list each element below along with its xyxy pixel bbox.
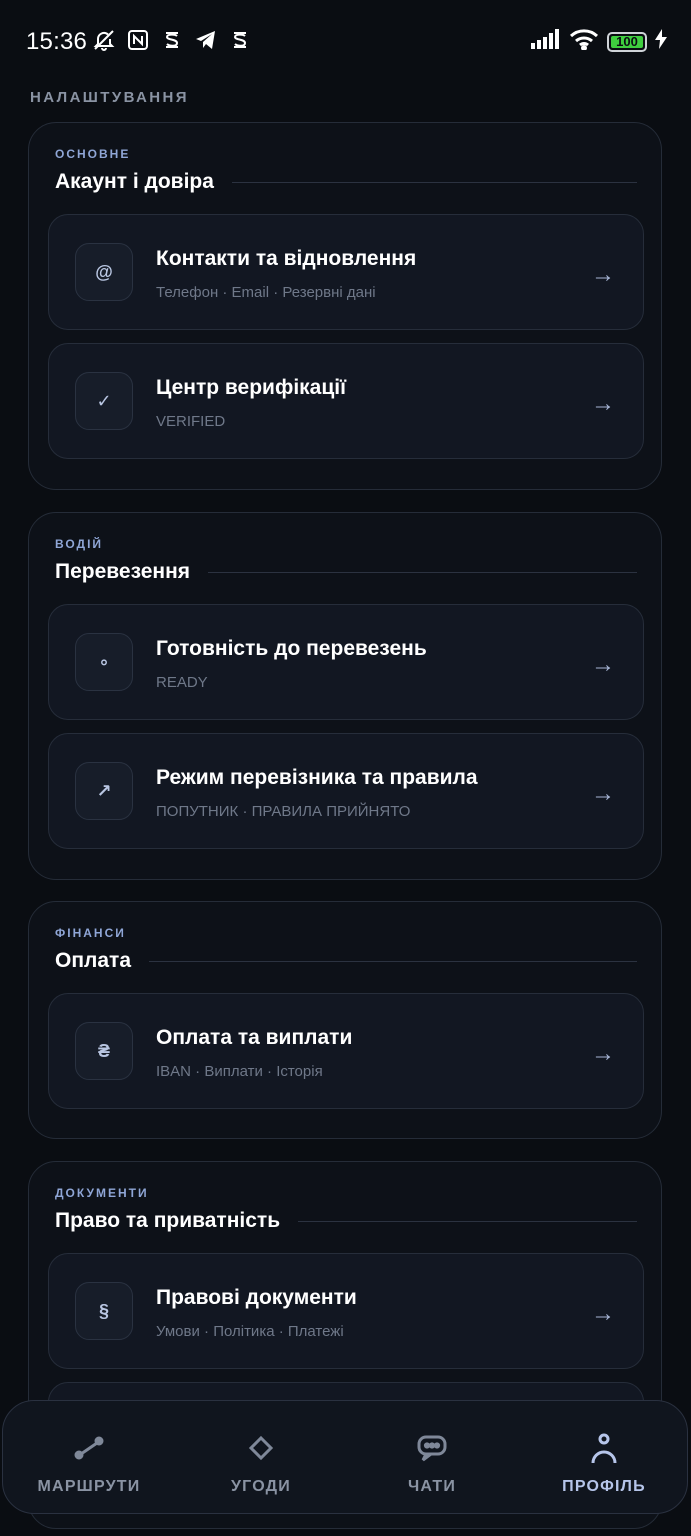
charging-icon — [655, 29, 667, 54]
row-title: Правові документи — [156, 1286, 357, 1309]
nav-label: ПРОФІЛЬ — [562, 1478, 646, 1495]
row-contacts-recovery[interactable]: @ Контакти та відновлення Телефон · Emai… — [48, 214, 644, 330]
arrow-right-icon: → — [591, 651, 615, 678]
nav-label: УГОДИ — [231, 1478, 291, 1495]
row-title: Оплата та виплати — [156, 1026, 353, 1049]
circle-icon: ∘ — [75, 633, 133, 691]
nav-profile[interactable]: ПРОФІЛЬ — [529, 1401, 679, 1515]
section-title-text: Акаунт і довіра — [55, 170, 214, 193]
route-icon — [14, 1433, 164, 1463]
section-finance: ФІНАНСИ Оплата ₴ Оплата та виплати IBAN … — [28, 901, 662, 1139]
diamond-icon — [186, 1433, 336, 1463]
nav-deals[interactable]: УГОДИ — [186, 1401, 336, 1515]
arrow-right-icon: → — [591, 261, 615, 288]
section-divider — [149, 960, 637, 962]
status-icons-left — [92, 28, 252, 52]
section-title: Оплата — [55, 949, 637, 973]
section-title: Право та приватність — [55, 1209, 637, 1233]
section-kicker: ВОДІЙ — [55, 537, 104, 551]
page-title: НАЛАШТУВАННЯ — [30, 89, 189, 106]
arrow-right-icon: → — [591, 1300, 615, 1327]
status-icons-right: 100 — [531, 28, 667, 55]
row-title: Центр верифікації — [156, 376, 347, 399]
arrow-right-icon: → — [591, 1040, 615, 1067]
status-time: 15:36 — [26, 28, 88, 55]
status-bar: 15:36 100 — [0, 0, 691, 84]
s-app-icon — [160, 28, 184, 52]
wifi-icon — [569, 28, 599, 55]
profile-icon — [529, 1433, 679, 1464]
s-app-icon — [228, 28, 252, 52]
row-legal-documents[interactable]: § Правові документи Умови · Політика · П… — [48, 1253, 644, 1369]
hryvnia-icon: ₴ — [75, 1022, 133, 1080]
nav-label: МАРШРУТИ — [37, 1478, 141, 1495]
chat-icon — [357, 1433, 507, 1463]
row-title: Готовність до перевезень — [156, 637, 427, 660]
row-subtitle: ПОПУТНИК · ПРАВИЛА ПРИЙНЯТО — [156, 803, 411, 820]
row-payment-payouts[interactable]: ₴ Оплата та виплати IBAN · Виплати · Іст… — [48, 993, 644, 1109]
section-title: Перевезення — [55, 560, 637, 584]
section-title-text: Перевезення — [55, 560, 191, 583]
row-carrier-mode[interactable]: ↗ Режим перевізника та правила ПОПУТНИК … — [48, 733, 644, 849]
check-icon: ✓ — [75, 372, 133, 430]
section-divider — [298, 1220, 637, 1222]
battery-icon: 100 — [607, 31, 647, 52]
bottom-navigation: МАРШРУТИ УГОДИ ЧАТИ ПРОФІЛЬ — [2, 1400, 688, 1514]
arrow-up-right-icon: ↗ — [75, 762, 133, 820]
section-title-text: Право та приватність — [55, 1209, 281, 1232]
telegram-icon — [194, 28, 218, 52]
section-kicker: ОСНОВНЕ — [55, 147, 131, 161]
battery-level: 100 — [616, 33, 638, 49]
nav-label: ЧАТИ — [407, 1478, 457, 1495]
section-sign-icon: § — [75, 1282, 133, 1340]
section-divider — [208, 571, 637, 573]
section-driver: ВОДІЙ Перевезення ∘ Готовність до переве… — [28, 512, 662, 880]
nav-routes[interactable]: МАРШРУТИ — [14, 1401, 164, 1515]
row-title: Контакти та відновлення — [156, 247, 417, 270]
arrow-right-icon: → — [591, 390, 615, 417]
section-title: Акаунт і довіра — [55, 170, 637, 194]
at-icon: @ — [75, 243, 133, 301]
section-divider — [231, 181, 637, 183]
row-title: Режим перевізника та правила — [156, 766, 478, 789]
section-title-text: Оплата — [55, 949, 132, 972]
arrow-right-icon: → — [591, 780, 615, 807]
row-subtitle: Умови · Політика · Платежі — [156, 1323, 344, 1340]
section-kicker: ДОКУМЕНТИ — [55, 1186, 149, 1200]
row-verification-center[interactable]: ✓ Центр верифікації VERIFIED → — [48, 343, 644, 459]
section-account: ОСНОВНЕ Акаунт і довіра @ Контакти та ві… — [28, 122, 662, 490]
bell-muted-icon — [92, 28, 116, 52]
row-transport-readiness[interactable]: ∘ Готовність до перевезень READY → — [48, 604, 644, 720]
row-subtitle: READY — [156, 674, 208, 691]
row-subtitle: Телефон · Email · Резервні дані — [156, 284, 376, 301]
section-kicker: ФІНАНСИ — [55, 926, 126, 940]
nfc-icon — [126, 28, 150, 52]
row-subtitle: VERIFIED — [156, 413, 226, 430]
nav-chats[interactable]: ЧАТИ — [357, 1401, 507, 1515]
signal-icon — [531, 29, 561, 54]
row-subtitle: IBAN · Виплати · Історія — [156, 1063, 323, 1080]
